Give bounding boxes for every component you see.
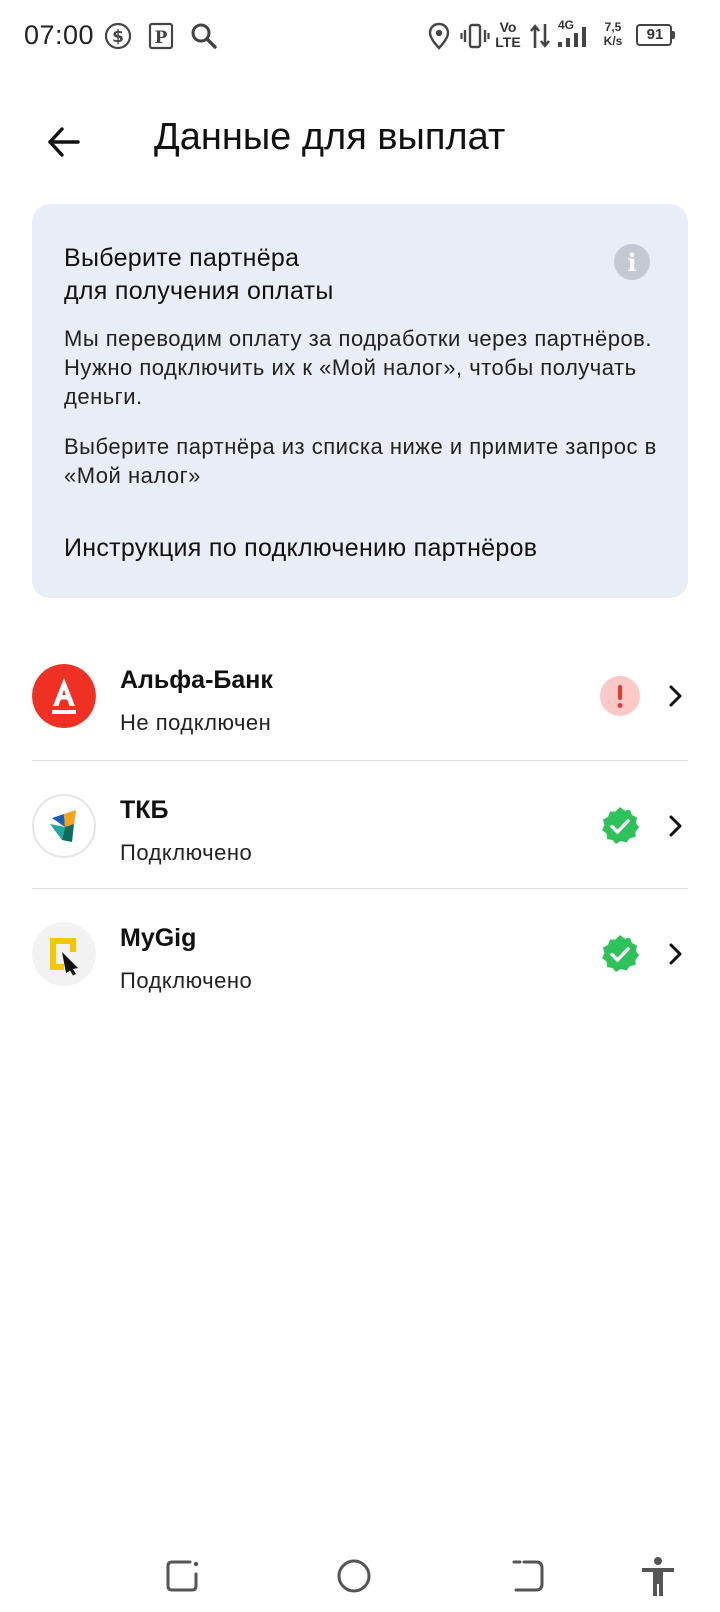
vibrate-icon — [460, 23, 490, 49]
mygig-logo-icon — [32, 922, 96, 986]
info-card: Выберите партнёра для получения оплаты М… — [32, 204, 688, 598]
partner-status: Не подключен — [120, 710, 272, 735]
svg-text:$: $ — [112, 27, 124, 47]
info-card-title: Выберите партнёра для получения оплаты — [64, 244, 334, 305]
warning-icon — [600, 676, 640, 716]
parking-icon: P — [148, 22, 174, 50]
battery-level: 91 — [646, 26, 664, 43]
dollar-icon: $ — [104, 22, 132, 50]
network-speed-unit: K/s — [603, 34, 623, 48]
back-nav-icon[interactable] — [506, 1554, 550, 1598]
signal-icon — [558, 27, 586, 47]
chevron-right-icon — [669, 685, 682, 707]
partner-name: Альфа-Банк — [120, 666, 273, 694]
status-time: 07:00 — [24, 20, 95, 50]
network-speed-value: 7,5 — [604, 20, 622, 34]
partner-status: Подключено — [120, 840, 253, 865]
home-icon[interactable] — [332, 1554, 376, 1598]
data-arrows-icon — [530, 24, 550, 48]
check-badge-icon — [602, 935, 639, 972]
status-bar: 07:00 $ P Vo LTE 4G 7,5 K/s 91 — [0, 0, 720, 72]
info-card-paragraph-1: Мы переводим оплату за подработки через … — [64, 326, 652, 409]
partner-status: Подключено — [120, 968, 253, 993]
svg-text:P: P — [155, 28, 168, 48]
tkb-logo-icon — [32, 794, 96, 858]
app-header: Данные для выплат — [0, 100, 720, 180]
battery-tip — [672, 31, 675, 39]
volte-bottom: LTE — [495, 34, 521, 50]
partner-item-tkb[interactable]: ТКБ Подключено — [0, 760, 720, 890]
partner-name: ТКБ — [120, 796, 169, 824]
chevron-right-icon — [669, 943, 682, 965]
instructions-link[interactable]: Инструкция по подключению партнёров — [64, 534, 537, 563]
partner-item-alfa-bank[interactable]: Альфа-Банк Не подключен — [0, 630, 720, 760]
info-icon[interactable] — [614, 244, 650, 280]
partner-item-mygig[interactable]: MyGig Подключено — [0, 888, 720, 1018]
battery-icon: 91 — [636, 24, 672, 46]
volte-label: Vo LTE — [494, 20, 522, 50]
alfa-bank-logo-icon — [32, 664, 96, 728]
system-nav-bar — [0, 1540, 720, 1612]
info-card-paragraph-2: Выберите партнёра из списка ниже и прими… — [64, 434, 657, 488]
back-arrow-icon[interactable] — [42, 120, 86, 164]
location-icon — [428, 22, 450, 50]
volte-top: Vo — [499, 19, 517, 35]
recent-apps-icon[interactable] — [160, 1554, 204, 1598]
page-title: Данные для выплат — [154, 116, 506, 158]
partner-name: MyGig — [120, 924, 197, 952]
check-badge-icon — [602, 807, 639, 844]
chevron-right-icon — [669, 815, 682, 837]
network-speed: 7,5 K/s — [598, 20, 628, 48]
search-icon — [191, 23, 217, 49]
accessibility-icon[interactable] — [636, 1554, 680, 1598]
